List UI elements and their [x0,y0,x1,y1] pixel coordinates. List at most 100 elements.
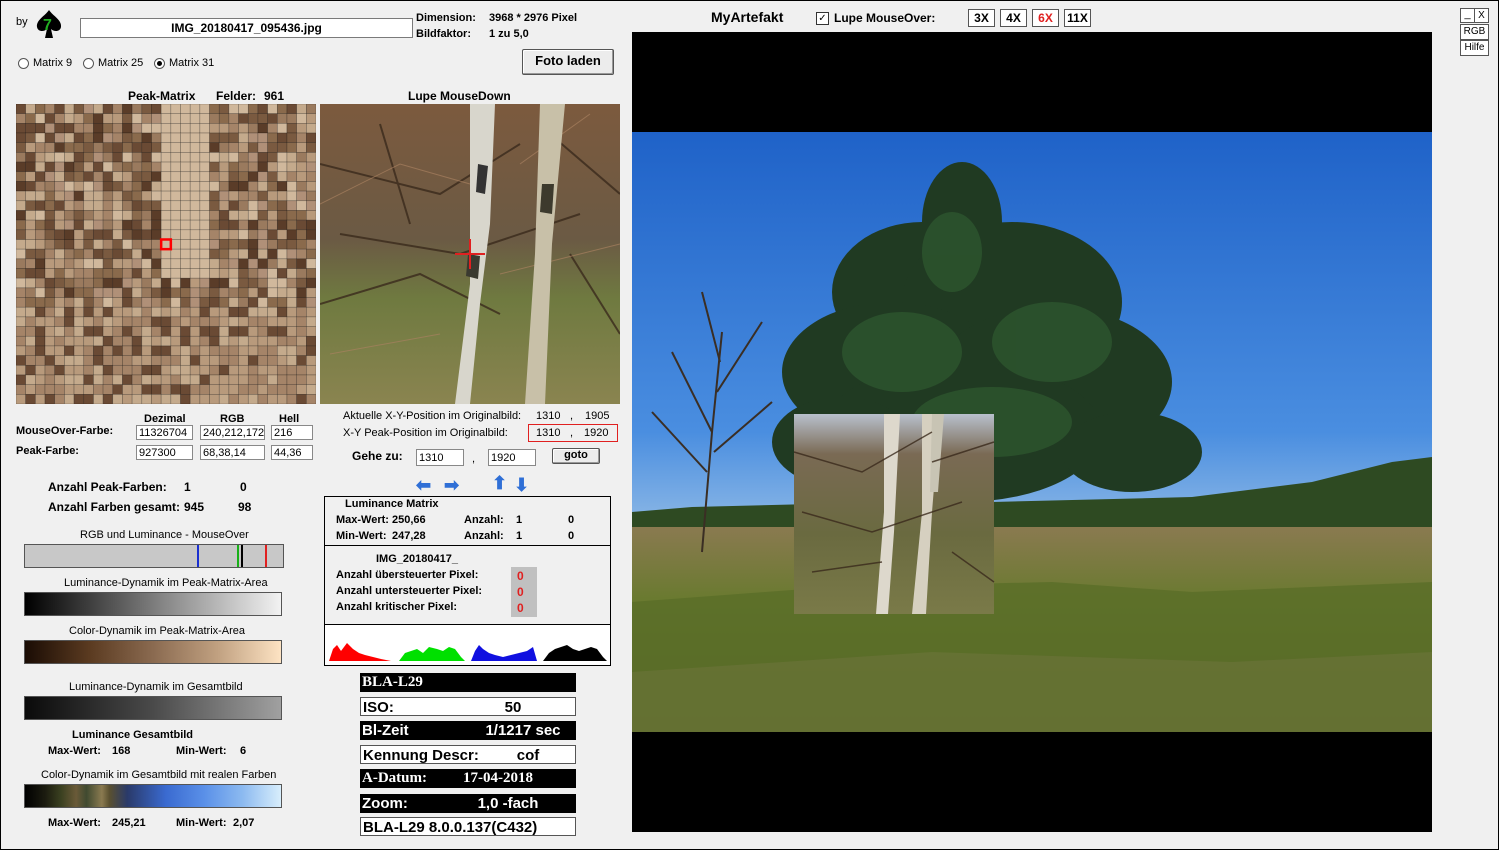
matrix-cell[interactable] [64,374,75,385]
matrix-cell[interactable] [180,161,191,173]
matrix-cell[interactable] [54,142,65,153]
matrix-cell[interactable] [189,248,201,260]
matrix-cell[interactable] [267,142,278,153]
matrix-cell[interactable] [306,161,317,173]
matrix-cell[interactable] [286,306,297,318]
matrix-cell[interactable] [160,316,172,327]
matrix-cell[interactable] [247,132,259,144]
matrix-cell[interactable] [122,268,133,279]
matrix-cell[interactable] [286,345,297,356]
matrix-cell[interactable] [25,364,36,376]
matrix-cell[interactable] [209,345,220,356]
matrix-cell[interactable] [54,171,65,182]
matrix-cell[interactable] [83,394,94,405]
matrix-cell[interactable] [112,297,123,308]
matrix-cell[interactable] [102,123,114,134]
matrix-cell[interactable] [238,248,249,260]
matrix-cell[interactable] [170,219,181,231]
matrix-cell[interactable] [15,190,26,202]
matrix-cell[interactable] [25,132,36,144]
matrix-cell[interactable] [73,171,85,182]
matrix-cell[interactable] [170,248,181,260]
matrix-cell[interactable] [35,113,46,124]
matrix-cell[interactable] [102,239,114,250]
matrix-cell[interactable] [238,306,249,318]
matrix-cell[interactable] [93,277,104,289]
matrix-cell[interactable] [160,335,172,347]
matrix-cell[interactable] [131,219,143,231]
matrix-cell[interactable] [151,355,162,366]
matrix-cell[interactable] [112,161,123,173]
matrix-cell[interactable] [54,306,65,318]
matrix-cell[interactable] [15,287,26,298]
matrix-cell[interactable] [276,345,288,356]
matrix-cell[interactable] [151,123,162,134]
matrix-cell[interactable] [257,345,268,356]
matrix-cell[interactable] [64,268,75,279]
matrix-cell[interactable] [180,335,191,347]
matrix-cell[interactable] [160,171,172,182]
matrix-cell[interactable] [296,181,307,192]
matrix-cell[interactable] [306,171,317,182]
matrix-cell[interactable] [189,345,201,356]
matrix-cell[interactable] [238,113,249,124]
matrix-cell[interactable] [218,171,230,182]
matrix-cell[interactable] [306,132,317,144]
matrix-cell[interactable] [15,113,26,124]
matrix-cell[interactable] [218,364,230,376]
rgb-button[interactable]: RGB [1460,24,1489,40]
matrix-cell[interactable] [73,364,85,376]
matrix-cell[interactable] [228,161,239,173]
matrix-cell[interactable] [35,152,46,163]
matrix-cell[interactable] [218,113,230,124]
matrix-cell[interactable] [170,239,181,250]
matrix-cell[interactable] [122,210,133,221]
matrix-cell[interactable] [25,219,36,231]
matrix-cell[interactable] [64,200,75,211]
matrix-cell[interactable] [64,335,75,347]
matrix-cell[interactable] [170,171,181,182]
matrix-cell[interactable] [112,171,123,182]
matrix-cell[interactable] [102,326,114,337]
matrix-cell[interactable] [218,200,230,211]
matrix-cell[interactable] [257,335,268,347]
matrix-cell[interactable] [44,277,56,289]
matrix-cell[interactable] [151,364,162,376]
matrix-cell[interactable] [44,142,56,153]
matrix-cell[interactable] [306,297,317,308]
matrix-cell[interactable] [112,239,123,250]
matrix-cell[interactable] [247,316,259,327]
matrix-cell[interactable] [141,219,152,231]
matrix-cell[interactable] [247,268,259,279]
matrix-cell[interactable] [180,326,191,337]
matrix-cell[interactable] [267,297,278,308]
matrix-cell[interactable] [228,277,239,289]
matrix-cell[interactable] [122,229,133,240]
matrix-cell[interactable] [267,161,278,173]
lupe-magnifier-image[interactable] [320,104,620,404]
goto-x-input[interactable]: 1310 [416,449,464,466]
matrix-cell[interactable] [141,171,152,182]
matrix-cell[interactable] [141,335,152,347]
matrix-cell[interactable] [180,248,191,260]
matrix-cell[interactable] [73,190,85,202]
matrix-cell[interactable] [276,123,288,134]
matrix-cell[interactable] [306,152,317,163]
matrix-cell[interactable] [160,210,172,221]
matrix-cell[interactable] [170,229,181,240]
matrix-cell[interactable] [112,287,123,298]
matrix-cell[interactable] [199,258,210,269]
matrix-cell[interactable] [199,335,210,347]
peak-matrix-grid[interactable] [15,103,317,405]
matrix-cell[interactable] [296,161,307,173]
matrix-cell[interactable] [228,190,239,202]
matrix-cell[interactable] [15,268,26,279]
matrix-cell[interactable] [199,142,210,153]
matrix-cell[interactable] [122,103,133,114]
matrix-cell[interactable] [141,306,152,318]
matrix-cell[interactable] [296,123,307,134]
matrix-cell[interactable] [160,113,172,124]
matrix-cell[interactable] [218,316,230,327]
matrix-cell[interactable] [228,384,239,395]
matrix-cell[interactable] [247,171,259,182]
